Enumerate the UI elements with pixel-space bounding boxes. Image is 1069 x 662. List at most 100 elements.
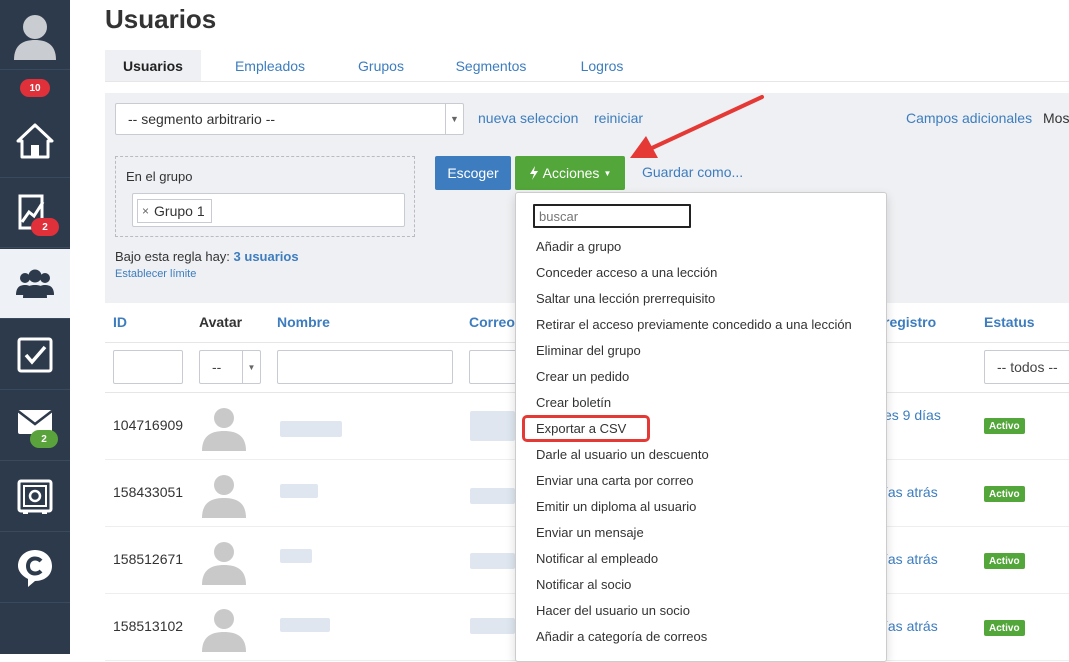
dropdown-arrow-icon: ▼ — [445, 104, 463, 134]
stats-badge: 2 — [31, 218, 59, 236]
blurred-email — [470, 488, 515, 504]
user-id[interactable]: 158512671 — [113, 551, 183, 567]
column-status[interactable]: Estatus — [984, 314, 1035, 330]
status-badge: Activo — [984, 553, 1025, 569]
reset-link[interactable]: reiniciar — [594, 110, 643, 126]
show-more-link[interactable]: Mos — [1043, 110, 1069, 126]
avatar-filter-value: -- — [212, 359, 222, 375]
group-rule-label: En el grupo — [126, 169, 193, 184]
rule-user-count[interactable]: 3 usuarios — [234, 249, 299, 264]
avatar-filter-select[interactable]: -- ▼ — [199, 350, 261, 384]
blurred-email — [470, 618, 515, 634]
default-avatar-icon — [202, 475, 246, 518]
registered-date: es 9 días — [884, 407, 941, 423]
status-filter-select[interactable]: -- todos -- — [984, 350, 1069, 384]
export-csv-highlight — [522, 415, 650, 442]
dropdown-arrow-icon: ▼ — [242, 351, 260, 383]
segment-select-value: -- segmento arbitrario -- — [128, 111, 276, 127]
sidebar-item-safe[interactable] — [0, 462, 70, 532]
name-filter-input[interactable] — [277, 350, 453, 384]
id-filter-input[interactable] — [113, 350, 183, 384]
sidebar-item-stats[interactable]: 2 — [0, 178, 70, 248]
segment-select[interactable]: -- segmento arbitrario -- ▼ — [115, 103, 464, 135]
sidebar-item-home[interactable] — [0, 105, 70, 178]
column-registered[interactable]: registro — [884, 314, 936, 330]
set-limit-link[interactable]: Establecer límite — [115, 268, 196, 280]
registered-date: ías atrás — [884, 484, 938, 500]
column-name[interactable]: Nombre — [277, 314, 330, 330]
registered-date: ías atrás — [884, 618, 938, 634]
remove-chip-icon[interactable]: × — [142, 204, 149, 218]
blurred-email — [470, 411, 515, 441]
group-rule-box: En el grupo × Grupo 1 — [115, 156, 415, 237]
status-badge: Activo — [984, 418, 1025, 434]
blurred-name — [280, 484, 318, 498]
sidebar-item-chat[interactable] — [0, 533, 70, 603]
menu-item-add-to-group[interactable]: Añadir a grupo — [536, 239, 621, 254]
safe-icon — [17, 479, 53, 514]
new-selection-link[interactable]: nueva seleccion — [478, 110, 578, 126]
actions-search-input[interactable] — [533, 204, 691, 228]
sidebar-item-tasks[interactable] — [0, 320, 70, 390]
default-avatar-icon — [202, 408, 246, 451]
sidebar-item-mail[interactable]: 2 — [0, 391, 70, 461]
rule-summary-prefix: Bajo esta regla hay: — [115, 249, 230, 264]
menu-item-grant-lesson-access[interactable]: Conceder acceso a una lección — [536, 265, 717, 280]
user-id[interactable]: 158433051 — [113, 484, 183, 500]
blurred-email — [470, 553, 515, 569]
mail-badge: 2 — [30, 430, 58, 448]
user-avatar-icon — [14, 14, 56, 60]
default-avatar-icon — [202, 609, 246, 652]
sidebar-item-users[interactable] — [0, 249, 70, 319]
tab-usuarios[interactable]: Usuarios — [105, 50, 201, 81]
menu-item-send-message[interactable]: Enviar un mensaje — [536, 525, 644, 540]
choose-button[interactable]: Escoger — [435, 156, 511, 190]
users-icon — [16, 269, 54, 298]
tab-segmentos[interactable]: Segmentos — [448, 50, 534, 81]
menu-item-notify-employee[interactable]: Notificar al empleado — [536, 551, 658, 566]
blurred-name — [280, 421, 342, 437]
tab-bar: Usuarios Empleados Grupos Segmentos Logr… — [105, 50, 1069, 82]
email-filter-input[interactable] — [469, 350, 519, 384]
tab-empleados[interactable]: Empleados — [222, 50, 318, 81]
save-as-link[interactable]: Guardar como... — [642, 164, 743, 180]
group-chip[interactable]: × Grupo 1 — [137, 199, 212, 223]
default-avatar-icon — [202, 542, 246, 585]
menu-item-revoke-lesson-access[interactable]: Retirar el acceso previamente concedido … — [536, 317, 852, 332]
lightning-icon — [529, 166, 538, 180]
notifications-badge[interactable]: 10 — [20, 79, 50, 97]
menu-item-remove-from-group[interactable]: Eliminar del grupo — [536, 343, 641, 358]
blurred-name — [280, 549, 312, 563]
tab-grupos[interactable]: Grupos — [345, 50, 417, 81]
extra-fields-link[interactable]: Campos adicionales — [906, 110, 1032, 126]
menu-item-issue-diploma[interactable]: Emitir un diploma al usuario — [536, 499, 696, 514]
status-badge: Activo — [984, 486, 1025, 502]
user-id[interactable]: 158513102 — [113, 618, 183, 634]
column-avatar: Avatar — [199, 314, 243, 330]
menu-item-make-partner[interactable]: Hacer del usuario un socio — [536, 603, 690, 618]
group-chip-label: Grupo 1 — [154, 203, 205, 219]
chat-logo-icon — [18, 549, 52, 587]
user-id[interactable]: 104716909 — [113, 417, 183, 433]
menu-item-skip-prerequisite[interactable]: Saltar una lección prerrequisito — [536, 291, 715, 306]
menu-item-create-order[interactable]: Crear un pedido — [536, 369, 629, 384]
rule-summary: Bajo esta regla hay: 3 usuarios — [115, 249, 299, 264]
blurred-name — [280, 618, 330, 632]
caret-down-icon: ▼ — [603, 168, 612, 178]
actions-button[interactable]: Acciones ▼ — [515, 156, 625, 190]
menu-item-give-discount[interactable]: Darle al usuario un descuento — [536, 447, 709, 462]
column-email[interactable]: Correo — [469, 314, 515, 330]
tab-logros[interactable]: Logros — [565, 50, 639, 81]
sidebar: 10 2 2 — [0, 0, 70, 654]
group-select-input[interactable]: × Grupo 1 — [132, 193, 405, 227]
menu-item-add-mail-category[interactable]: Añadir a categoría de correos — [536, 629, 707, 644]
checkbox-icon — [17, 337, 53, 372]
column-id[interactable]: ID — [113, 314, 127, 330]
menu-item-send-letter[interactable]: Enviar una carta por correo — [536, 473, 694, 488]
home-icon — [16, 123, 54, 159]
status-filter-value: -- todos -- — [997, 359, 1058, 375]
menu-item-notify-partner[interactable]: Notificar al socio — [536, 577, 631, 592]
menu-item-create-newsletter[interactable]: Crear boletín — [536, 395, 611, 410]
sidebar-profile[interactable] — [0, 0, 70, 70]
status-badge: Activo — [984, 620, 1025, 636]
